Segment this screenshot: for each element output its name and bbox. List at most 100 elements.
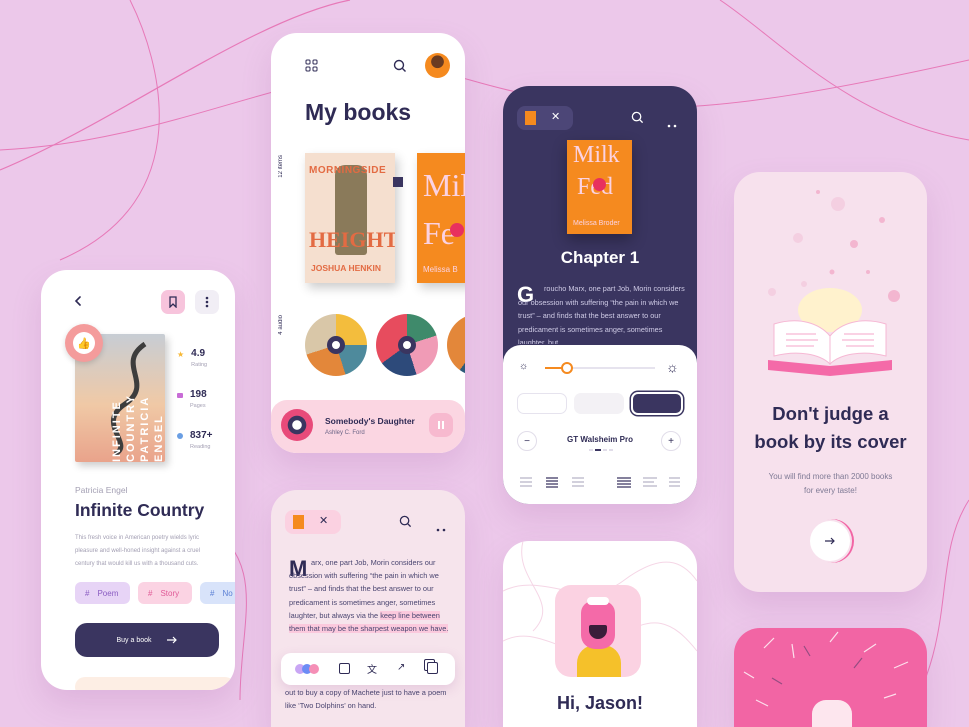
stats-list: ★ 4.9 Rating 198 Pages 837+ Reading — [177, 348, 233, 471]
translate-icon[interactable]: 文 — [367, 661, 377, 676]
audio-disc[interactable] — [376, 314, 438, 376]
tag-story[interactable]: # Story — [138, 582, 192, 604]
stat-value: 4.9 — [191, 348, 206, 359]
close-icon[interactable]: ✕ — [319, 514, 328, 527]
chapter-text: roucho Marx, one part Job, Morin conside… — [518, 282, 688, 344]
onboarding-screen: Don't judge a book by its cover You will… — [734, 172, 927, 592]
brightness-slider[interactable] — [545, 362, 655, 374]
book-cover-milkfed[interactable]: Mil Fe Melissa B — [417, 153, 465, 283]
onboarding-subtitle: You will find more than 2000 books for e… — [768, 472, 893, 495]
thumbs-up-icon: 👍 — [73, 332, 95, 354]
cover-line: Melissa Broder — [573, 220, 620, 227]
bookmark-icon — [169, 296, 177, 308]
open-book-illustration — [764, 302, 896, 378]
arrow-right-icon — [825, 537, 835, 545]
book-chip[interactable]: ✕ — [285, 510, 341, 534]
stat-label: Reading — [190, 444, 211, 450]
greeting-text: Hi, Jason! — [556, 693, 644, 713]
library-screen: My books 12 items 4 audio MORNINGSIDE HE… — [271, 33, 465, 453]
onboarding-heading: Don't judge a book by its cover — [754, 403, 907, 452]
bookmark-button[interactable] — [161, 290, 185, 314]
cover-word: ENGEL — [153, 414, 165, 462]
cover-word: PATRICIA — [139, 395, 151, 462]
buy-book-button[interactable]: Buy a book — [75, 623, 219, 657]
cover-dot — [593, 178, 606, 191]
book-cover-morningside[interactable]: MORNINGSIDE HEIGHTS JOSHUA HENKIN — [305, 153, 395, 283]
star-icon: ★ — [177, 350, 185, 359]
cover-line: Melissa B — [423, 265, 458, 274]
player-cover — [281, 409, 313, 441]
brightness-low-icon: ☼ — [519, 361, 529, 372]
theme-dark-option[interactable] — [631, 392, 683, 415]
user-icon — [177, 433, 183, 439]
buy-label: Buy a book — [116, 636, 152, 644]
book-thumb — [525, 111, 536, 125]
reading-text-continued: out to buy a copy of Machete just to hav… — [285, 688, 447, 711]
reading-text: arx, one part Job, Morin considers our o… — [289, 556, 455, 635]
search-icon[interactable] — [631, 111, 644, 129]
more-vertical-icon[interactable] — [195, 290, 219, 314]
pause-button[interactable] — [429, 413, 453, 437]
promo-card — [734, 628, 927, 727]
hash-icon: # — [210, 588, 215, 598]
theme-white-option[interactable] — [517, 393, 567, 414]
hash-icon: # — [148, 588, 153, 598]
player-title: Somebody's Daughter — [325, 416, 415, 426]
copy-icon[interactable] — [427, 662, 438, 674]
share-icon[interactable]: ↗ — [397, 662, 405, 673]
brightness-high-icon: ☼ — [666, 359, 679, 375]
now-playing-bar[interactable]: Somebody's Daughter Ashley C. Ford — [271, 400, 465, 453]
hand-illustration — [812, 700, 852, 727]
reader-settings-screen: ✕ Milk Fed Melissa Broder Chapter 1 G ro… — [503, 86, 697, 504]
selection-toolbar: 文 ↗ — [281, 653, 455, 685]
settings-sheet: ☼ ☼ − GT Walsheim Pro + — [503, 345, 697, 504]
book-detail-screen: ENGEL PATRICIA COUNTRY INFINITE 👍 ★ 4.9 R… — [41, 270, 235, 690]
tag-poem[interactable]: # Poem — [75, 582, 130, 604]
book-cover-milkfed: Milk Fed Melissa Broder — [567, 140, 632, 234]
font-increase-button[interactable]: + — [661, 431, 681, 451]
avatar-illustration — [555, 585, 641, 677]
more-horizontal-icon[interactable] — [435, 519, 447, 532]
more-horizontal-icon[interactable] — [666, 115, 678, 128]
search-icon[interactable] — [399, 515, 412, 533]
stat-label: Pages — [190, 403, 206, 409]
note-icon[interactable] — [339, 663, 350, 674]
search-icon[interactable] — [393, 59, 407, 73]
chapter-title: Chapter 1 — [560, 248, 640, 267]
tag-label: No — [222, 588, 233, 598]
stat-label: Rating — [191, 362, 208, 368]
brightness-knob[interactable] — [561, 362, 573, 374]
pause-icon — [438, 421, 444, 429]
grid-menu-icon[interactable] — [305, 59, 318, 72]
color-picker[interactable] — [295, 664, 321, 674]
cover-line: MORNINGSIDE — [309, 165, 387, 176]
chapter-text-body: roucho Marx, one part Job, Morin conside… — [518, 284, 685, 344]
close-icon[interactable]: ✕ — [551, 110, 560, 123]
cover-dot — [450, 223, 464, 237]
avatar[interactable] — [425, 53, 450, 78]
back-arrow-icon[interactable] — [71, 294, 85, 308]
stat-pages: 198 Pages — [177, 389, 233, 430]
book-author: Patricia Engel — [75, 485, 128, 495]
stat-value: 198 — [190, 389, 207, 400]
hash-icon: # — [85, 588, 90, 598]
audio-disc[interactable] — [305, 314, 367, 376]
theme-gray-option[interactable] — [574, 393, 624, 414]
tag-label: Poem — [97, 588, 119, 598]
audio-disc[interactable] — [447, 314, 465, 376]
cover-line: JOSHUA HENKIN — [311, 263, 382, 273]
book-chip[interactable]: ✕ — [517, 106, 573, 130]
tag-no[interactable]: # No — [200, 582, 235, 604]
stat-reading: 837+ Reading — [177, 430, 233, 471]
tag-label: Story — [160, 588, 180, 598]
arrow-right-icon — [166, 636, 177, 644]
next-button[interactable] — [810, 521, 850, 561]
cover-word: COUNTRY — [125, 394, 137, 462]
bottom-tab-peek — [75, 677, 235, 690]
cover-line: Mil — [423, 167, 465, 203]
book-description: This fresh voice in American poetry wiel… — [75, 535, 201, 567]
pages-icon — [177, 393, 183, 398]
cover-word: INFINITE — [111, 400, 123, 462]
audio-count: 4 audio — [278, 315, 284, 335]
page-title: My books — [305, 99, 412, 125]
